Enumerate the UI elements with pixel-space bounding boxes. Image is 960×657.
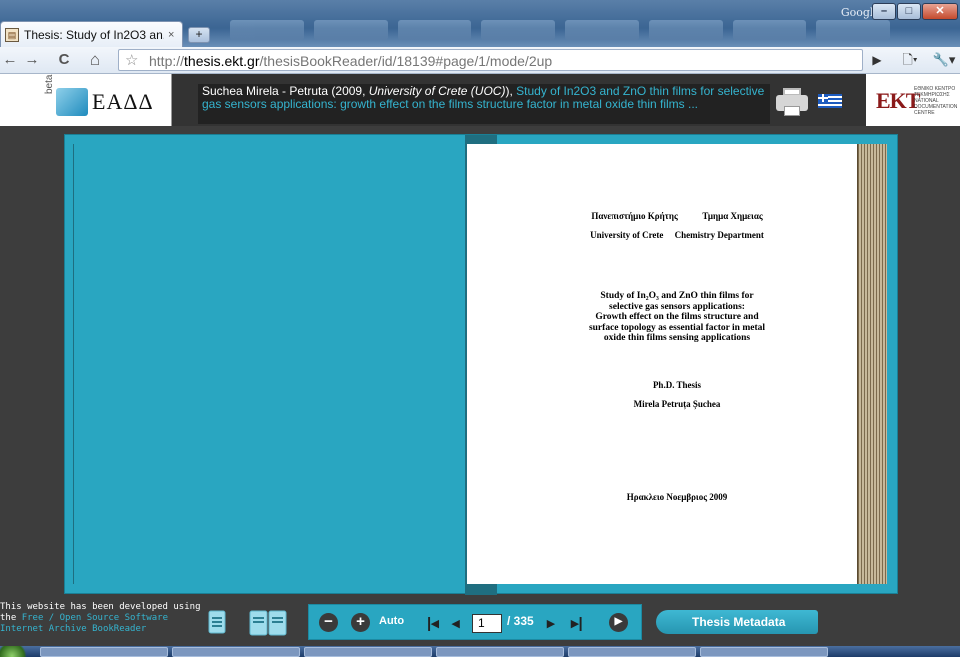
taskbar-item[interactable] (436, 647, 564, 657)
degree-label: Ph.D. Thesis (652, 380, 702, 390)
right-page[interactable]: Πανεπιστήμιο Κρήτης Τμημα Χημειας Univer… (497, 144, 857, 584)
browser-toolbar: ← → C ⌂ ☆ http://thesis.ekt.gr/thesisBoo… (0, 47, 960, 74)
window-controls: – □ ✕ (872, 3, 958, 20)
start-button[interactable] (0, 646, 30, 657)
tab-close-icon[interactable]: × (168, 29, 174, 41)
citation-author: Suchea Mirela - Petruta (2009, (202, 84, 369, 98)
browser-tab[interactable]: ▤ Thesis: Study of In2O3 an... × (0, 21, 183, 47)
last-page-icon[interactable]: ▸| (571, 614, 583, 632)
thesis-citation: Suchea Mirela - Petruta (2009, Universit… (198, 84, 770, 124)
site-header: beta ΕΑΔΔ Suchea Mirela - Petruta (2009,… (0, 74, 960, 126)
browser-titlebar: Google – □ ✕ ▤ Thesis: Study of In2O3 an… (0, 0, 960, 47)
tools-menu-icon[interactable]: 🔧▾ (930, 50, 958, 70)
university-english: University of Crete (590, 230, 664, 240)
reload-icon[interactable]: C (55, 50, 73, 70)
printer-icon[interactable] (776, 88, 808, 118)
citation-institution: University of Crete (UOC) (368, 84, 506, 98)
eadd-logo[interactable]: beta ΕΑΔΔ (0, 74, 172, 126)
os-taskbar (0, 646, 960, 657)
home-icon[interactable]: ⌂ (86, 50, 104, 70)
zoom-auto-button[interactable]: Auto (379, 615, 404, 627)
department-greek: Τμημα Χημειας (702, 211, 763, 221)
greek-flag-icon[interactable] (818, 94, 842, 108)
reader-footer: This website has been developed using th… (0, 596, 960, 646)
bookmark-star-icon[interactable]: ☆ (125, 51, 138, 69)
thesis-metadata-button[interactable]: Thesis Metadata (656, 610, 818, 634)
tab-title: Thesis: Study of In2O3 an... (24, 27, 164, 42)
url-path: /thesisBookReader/id/18139#page/1/mode/2… (259, 53, 553, 69)
zoom-out-button[interactable]: − (319, 613, 338, 632)
credit-text: This website has been developed using th… (0, 602, 205, 635)
eadd-logo-name: ΕΑΔΔ (92, 89, 154, 114)
taskbar-item[interactable] (568, 647, 696, 657)
title-line: oxide thin films sensing applications (603, 333, 751, 343)
citation-close: ), (505, 84, 513, 98)
header-english: University of Crete Chemistry Department (497, 230, 857, 240)
book-spine (465, 135, 497, 595)
place-date: Ηρακλειο Νοεμβριος 2009 (626, 492, 728, 502)
minimize-button[interactable]: – (872, 3, 896, 20)
university-greek: Πανεπιστήμιο Κρήτης (591, 211, 678, 221)
title-line: Study of In₂O₃ and ZnO thin films for (600, 291, 754, 301)
first-page-icon[interactable]: |◂ (427, 614, 439, 632)
title-line: surface topology as essential factor in … (588, 322, 766, 333)
reader-controls: − + Auto |◂ ◂ 1 / 335 ▸ ▸| ▶ (308, 604, 642, 640)
beta-label: beta (44, 74, 55, 94)
taskbar-buttons (40, 647, 828, 657)
site-favicon-icon: ▤ (5, 27, 19, 42)
title-line: selective gas sensors applications: (609, 301, 745, 312)
eadd-logo-mark-icon (56, 88, 88, 116)
back-arrow-icon[interactable]: ← (2, 50, 18, 70)
taskbar-item[interactable] (172, 647, 300, 657)
page-edges (857, 144, 887, 584)
url-scheme: http:// (149, 53, 185, 69)
go-icon[interactable]: ▶ (869, 50, 885, 70)
department-english: Chemistry Department (674, 230, 764, 240)
bookreader-link[interactable]: Free / Open Source Software Internet Arc… (0, 613, 168, 634)
taskbar-item[interactable] (304, 647, 432, 657)
ekt-logo[interactable]: EKT ΕΘΝΙΚΟ ΚΕΝΤΡΟ ΤΕΚΜΗΡΙΩΣΗΣ NATIONAL D… (866, 74, 960, 126)
page-number-input[interactable]: 1 (472, 614, 502, 633)
next-page-icon[interactable]: ▸ (547, 614, 555, 632)
autoplay-button[interactable]: ▶ (609, 613, 628, 632)
ekt-abbr: EKT (876, 88, 920, 113)
page-total: / 335 (507, 614, 534, 628)
one-page-view-icon[interactable] (208, 610, 228, 639)
title-line: Growth effect on the films structure and (595, 312, 759, 322)
new-tab-button[interactable]: + (188, 27, 210, 43)
left-page-blank[interactable] (73, 144, 465, 584)
prev-page-icon[interactable]: ◂ (452, 614, 460, 632)
taskbar-item[interactable] (700, 647, 828, 657)
two-page-view-icon[interactable] (249, 610, 287, 641)
maximize-button[interactable]: □ (897, 3, 921, 20)
forward-arrow-icon[interactable]: → (24, 50, 40, 70)
close-window-button[interactable]: ✕ (922, 3, 958, 20)
ekt-name: ΕΘΝΙΚΟ ΚΕΝΤΡΟ ΤΕΚΜΗΡΙΩΣΗΣ NATIONAL DOCUM… (914, 86, 958, 116)
author-name: Mirela Petruța Șuchea (633, 399, 721, 409)
url-text[interactable]: http://thesis.ekt.gr/thesisBookReader/id… (149, 53, 552, 69)
url-host: thesis.ekt.gr (184, 53, 260, 69)
book-reader-viewport[interactable]: Πανεπιστήμιο Κρήτης Τμημα Χημειας Univer… (64, 134, 898, 595)
thesis-title: Study of In₂O₃ and ZnO thin films for se… (497, 291, 857, 344)
page-menu-icon[interactable]: 🗋▾ (896, 50, 924, 70)
address-bar[interactable]: ☆ http://thesis.ekt.gr/thesisBookReader/… (118, 49, 863, 71)
zoom-in-button[interactable]: + (351, 613, 370, 632)
header-greek: Πανεπιστήμιο Κρήτης Τμημα Χημειας (497, 211, 857, 221)
background-window-strip (230, 20, 890, 44)
taskbar-item[interactable] (40, 647, 168, 657)
